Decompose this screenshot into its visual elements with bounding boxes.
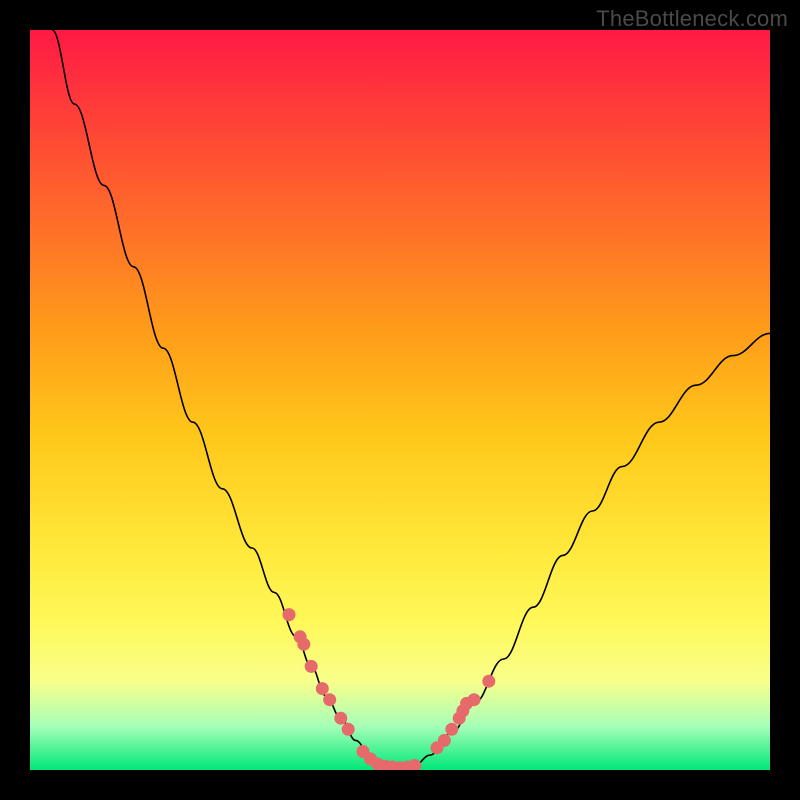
chart-area [30,30,770,770]
highlight-point [482,675,495,688]
highlight-point [334,712,347,725]
highlight-point [408,759,421,770]
highlight-point [468,693,481,706]
highlight-point [316,682,329,695]
highlight-point [305,660,318,673]
highlight-point [342,723,355,736]
highlight-point [445,723,458,736]
highlight-point [438,734,451,747]
highlight-point [283,608,296,621]
bottleneck-curve-path [52,30,770,768]
watermark-text: TheBottleneck.com [596,6,788,32]
bottleneck-chart [30,30,770,770]
highlight-points-group [283,608,496,770]
highlight-point [323,693,336,706]
highlight-point [297,638,310,651]
